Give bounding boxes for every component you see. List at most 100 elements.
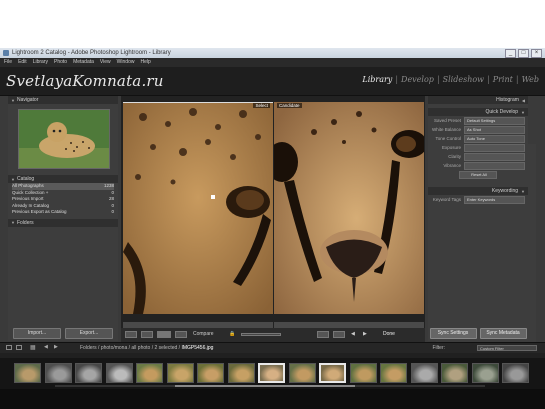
vibrance-buttons[interactable] bbox=[464, 161, 525, 170]
bottom-bar bbox=[0, 389, 545, 409]
keywording-header[interactable]: Keywording ▼ bbox=[428, 187, 528, 195]
reset-all-button[interactable]: Reset All bbox=[459, 170, 497, 179]
make-select-button[interactable] bbox=[333, 331, 345, 338]
exposure-buttons[interactable] bbox=[464, 143, 525, 152]
catalog-list: All Photographs 1238 Quick Collection + … bbox=[8, 183, 118, 216]
filter-select[interactable]: Custom Filter bbox=[477, 345, 537, 351]
current-file-name: IMGP5456.jpg bbox=[181, 345, 214, 351]
folders-title: Folders bbox=[16, 219, 34, 226]
navigator-preview[interactable] bbox=[18, 109, 110, 169]
candidate-photo-view[interactable]: Candidate bbox=[274, 102, 424, 314]
clarity-buttons[interactable] bbox=[464, 152, 525, 161]
menu-view[interactable]: View bbox=[100, 58, 111, 67]
scroll-thumb[interactable] bbox=[175, 385, 355, 387]
folders-header[interactable]: ▼ Folders bbox=[8, 218, 118, 227]
filmstrip-thumbnail[interactable] bbox=[258, 363, 285, 383]
secondary-window-icon[interactable] bbox=[16, 345, 22, 350]
title-bar: Lightroom 2 Catalog - Adobe Photoshop Li… bbox=[0, 48, 545, 58]
menu-help[interactable]: Help bbox=[140, 58, 150, 67]
white-balance-select[interactable]: As Shot bbox=[464, 125, 525, 134]
filmstrip-thumbnail[interactable] bbox=[227, 363, 255, 383]
filmstrip-scrollbar[interactable] bbox=[55, 385, 485, 387]
minimize-button[interactable]: _ bbox=[505, 49, 516, 58]
grid-icon[interactable]: ▦ bbox=[30, 344, 36, 351]
swap-button[interactable] bbox=[317, 331, 329, 338]
grid-view-button[interactable] bbox=[125, 331, 137, 338]
close-button[interactable]: × bbox=[531, 49, 542, 58]
next-arrow-icon[interactable]: ▶ bbox=[363, 331, 367, 338]
filmstrip-thumbnail[interactable] bbox=[471, 363, 499, 383]
maximize-button[interactable]: □ bbox=[518, 49, 529, 58]
module-slideshow[interactable]: Slideshow bbox=[443, 75, 484, 84]
catalog-item-previous-export[interactable]: Previous Export as Catalog 0 bbox=[12, 209, 114, 216]
filmstrip-thumbnail[interactable] bbox=[319, 363, 346, 383]
collapse-triangle-icon: ◀ bbox=[521, 97, 525, 103]
cheetah-thumbnail-image bbox=[19, 110, 109, 168]
clarity-row: Clarity bbox=[428, 152, 528, 161]
menu-photo[interactable]: Photo bbox=[54, 58, 67, 67]
filmstrip-thumbnail[interactable] bbox=[166, 363, 194, 383]
app-icon bbox=[3, 50, 9, 56]
loupe-view-button[interactable] bbox=[141, 331, 153, 338]
module-develop[interactable]: Develop bbox=[401, 75, 434, 84]
module-web[interactable]: Web bbox=[522, 75, 539, 84]
filmstrip-thumbnail[interactable] bbox=[75, 363, 102, 383]
done-button[interactable]: Done bbox=[383, 331, 395, 338]
filmstrip-thumbnail[interactable] bbox=[14, 363, 41, 383]
filmstrip-thumbnail[interactable] bbox=[197, 363, 224, 383]
keyword-tags-row: Keyword Tags Enter Keywords bbox=[428, 195, 528, 204]
tone-control-row: Tone Control Auto Tone bbox=[428, 134, 528, 143]
histogram-header[interactable]: Histogram ◀ bbox=[428, 96, 528, 104]
export-button[interactable]: Export... bbox=[65, 328, 113, 339]
filmstrip-thumbnail[interactable] bbox=[441, 363, 468, 383]
lock-icon[interactable]: 🔒 bbox=[229, 331, 235, 338]
survey-view-button[interactable] bbox=[175, 331, 187, 338]
collapse-triangle-icon: ▼ bbox=[11, 220, 15, 225]
zoom-slider[interactable] bbox=[241, 333, 281, 336]
select-label: Select bbox=[253, 103, 270, 108]
filmstrip-thumbnail[interactable] bbox=[136, 363, 163, 383]
menu-metadata[interactable]: Metadata bbox=[73, 58, 94, 67]
menu-library[interactable]: Library bbox=[33, 58, 48, 67]
filmstrip-thumbnail[interactable] bbox=[288, 363, 316, 383]
import-export-buttons: Import... Export... bbox=[8, 328, 118, 339]
compare-view-button[interactable] bbox=[157, 331, 171, 338]
import-button[interactable]: Import... bbox=[13, 328, 61, 339]
primary-window-icon[interactable] bbox=[6, 345, 12, 350]
navigator-header[interactable]: ▼ Navigator FIT FILL 1:1 3:1 bbox=[8, 96, 536, 359]
filmstrip-thumbnail[interactable] bbox=[380, 363, 407, 383]
quick-develop-header[interactable]: Quick Develop ▼ bbox=[428, 108, 528, 116]
select-photo-view[interactable]: Select bbox=[123, 102, 273, 314]
filmstrip-thumbnail[interactable] bbox=[44, 363, 72, 383]
auto-tone-button[interactable]: Auto Tone bbox=[464, 134, 525, 143]
filmstrip-thumbnail[interactable] bbox=[502, 363, 529, 383]
filmstrip-header-bar: ▦ ◀ ▶ Folders / photo/mona / all photo /… bbox=[0, 342, 545, 353]
filmstrip-thumbnail[interactable] bbox=[410, 363, 438, 383]
vibrance-row: Vibrance bbox=[428, 161, 528, 170]
filmstrip-thumbnail[interactable] bbox=[105, 363, 133, 383]
module-print[interactable]: Print bbox=[493, 75, 513, 84]
catalog-header[interactable]: ▼ Catalog bbox=[8, 175, 118, 183]
forward-arrow-icon[interactable]: ▶ bbox=[54, 344, 58, 350]
sync-metadata-button[interactable]: Sync Metadata bbox=[479, 328, 527, 339]
module-picker: Library | Develop | Slideshow | Print | … bbox=[362, 75, 539, 84]
menu-file[interactable]: File bbox=[4, 58, 12, 67]
reset-row: Reset All bbox=[428, 170, 528, 179]
window-title: Lightroom 2 Catalog - Adobe Photoshop Li… bbox=[12, 50, 171, 56]
menu-window[interactable]: Window bbox=[117, 58, 135, 67]
cheetah-closeup-select-image bbox=[123, 102, 273, 314]
right-panel: Histogram ◀ Quick Develop ▼ Saved Preset… bbox=[428, 96, 528, 341]
sync-settings-button[interactable]: Sync Settings bbox=[429, 328, 477, 339]
filmstrip-thumbnail[interactable] bbox=[349, 363, 377, 383]
source-path[interactable]: Folders / photo/mona / all photo / 2 sel… bbox=[80, 344, 213, 352]
keyword-tags-input[interactable]: Enter Keywords bbox=[464, 195, 525, 204]
cheetah-closeup-candidate-image bbox=[274, 102, 424, 314]
saved-preset-select[interactable]: Default Settings bbox=[464, 116, 525, 125]
prev-arrow-icon[interactable]: ◀ bbox=[351, 331, 355, 338]
quick-develop-title: Quick Develop bbox=[485, 109, 519, 115]
back-arrow-icon[interactable]: ◀ bbox=[44, 344, 48, 350]
module-library[interactable]: Library bbox=[362, 75, 392, 84]
compare-toolbar: Compare 🔒 ◀ ▶ Done bbox=[121, 328, 425, 342]
menu-edit[interactable]: Edit bbox=[18, 58, 27, 67]
collapse-triangle-icon: ▼ bbox=[521, 109, 525, 115]
